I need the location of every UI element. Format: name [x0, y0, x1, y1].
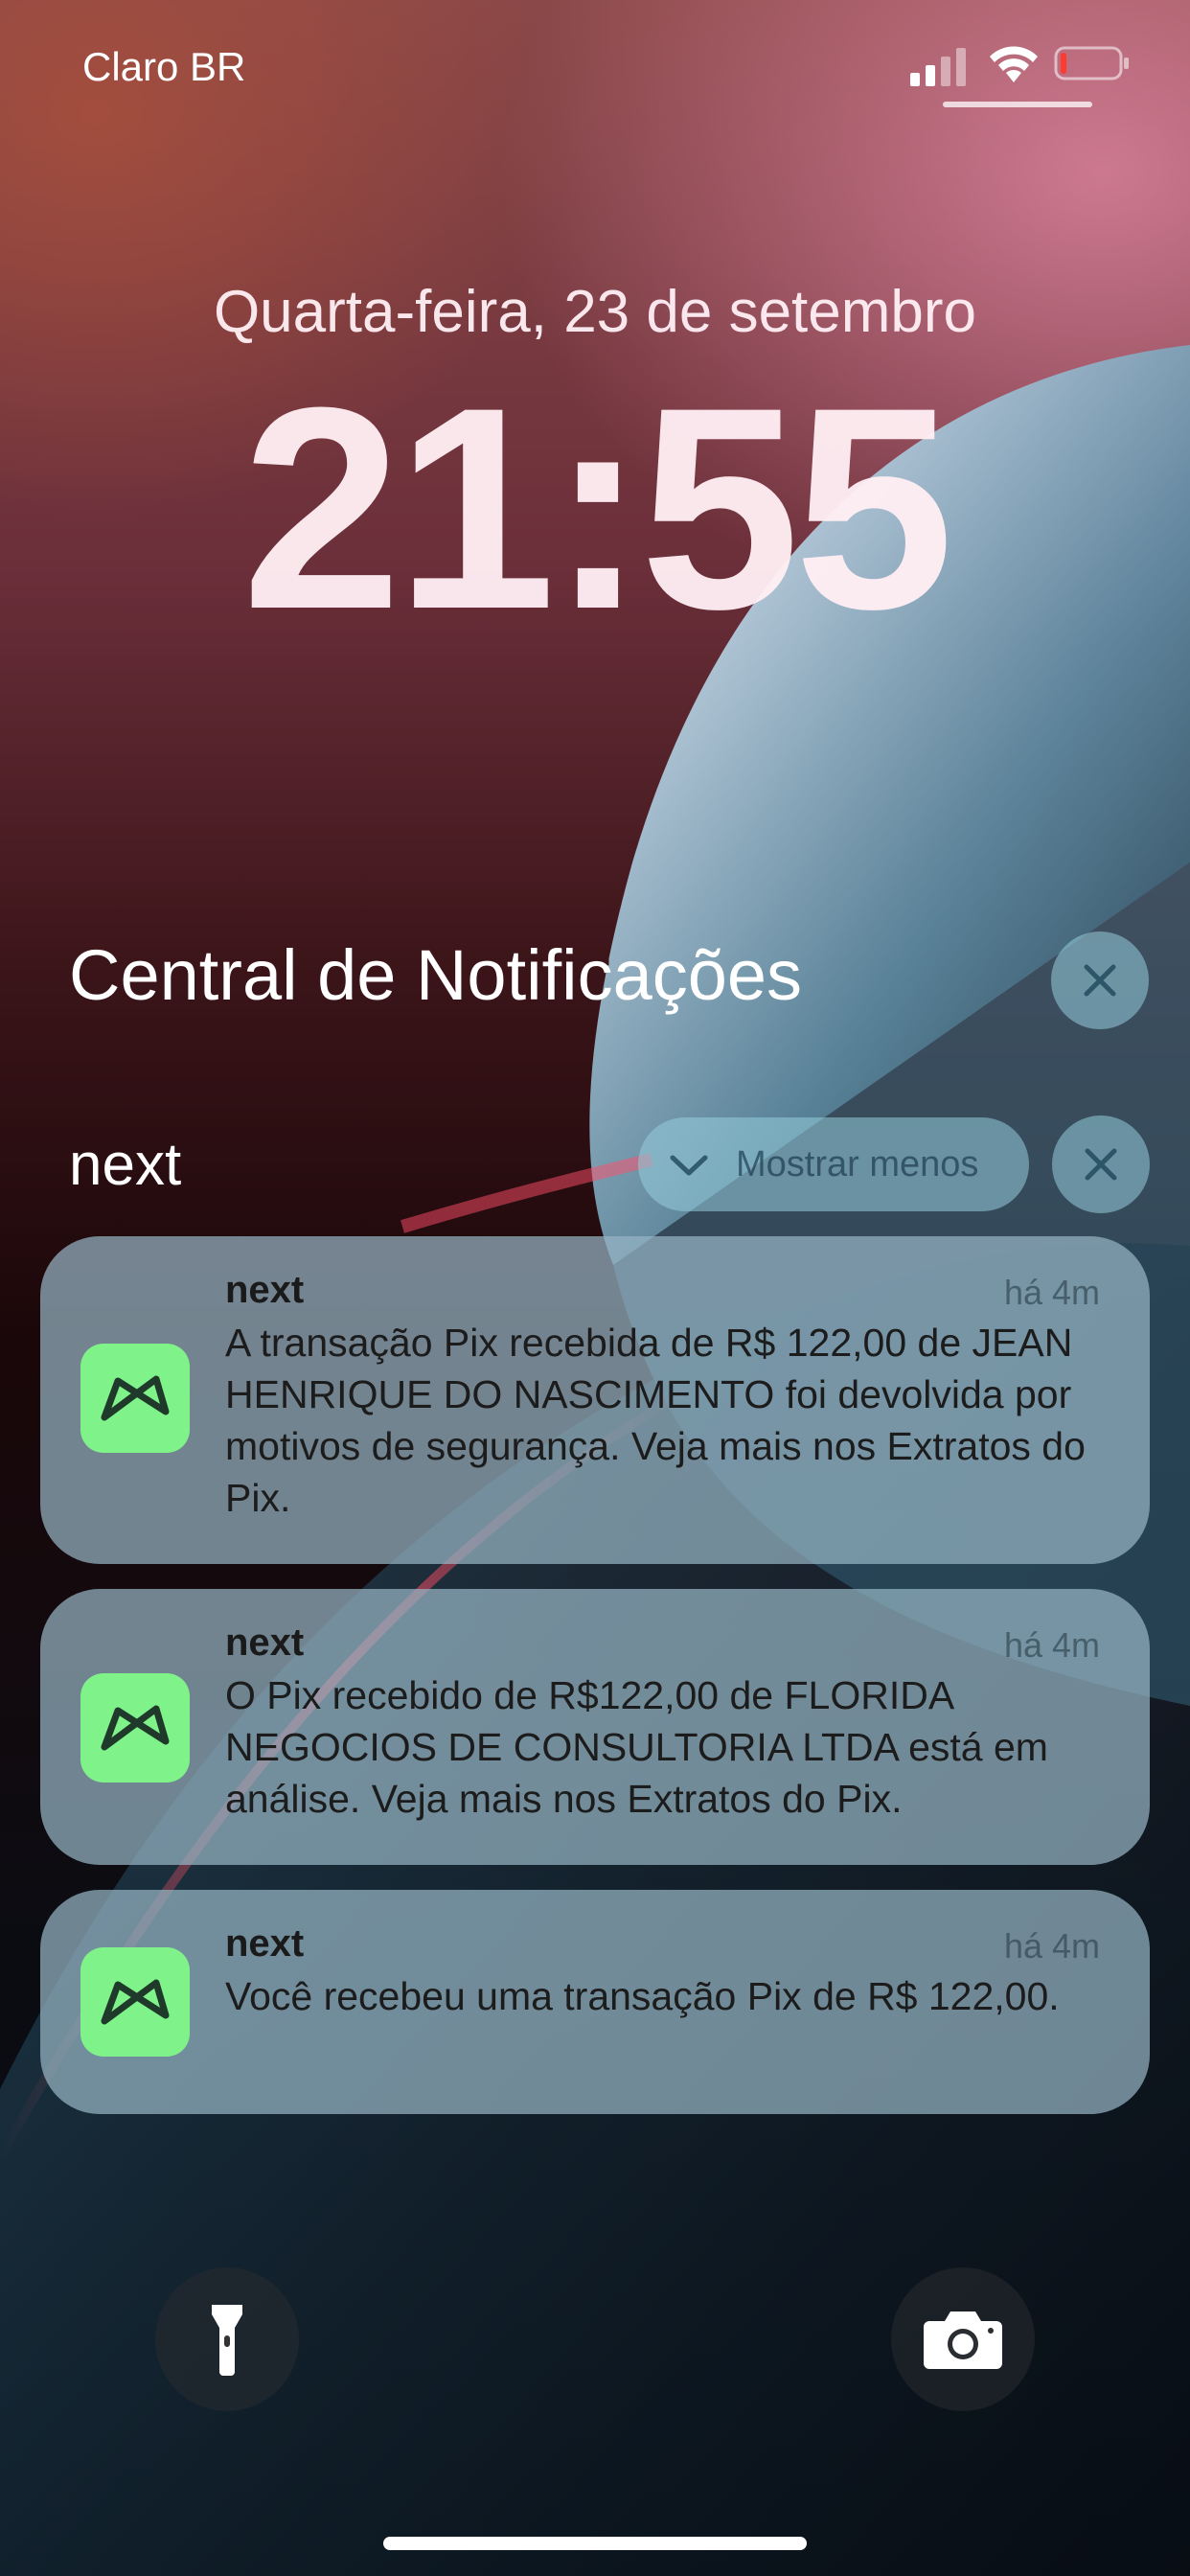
close-icon: [1085, 1148, 1117, 1181]
notification-time: há 4m: [1003, 1926, 1100, 1966]
notification-time: há 4m: [1003, 1273, 1100, 1312]
next-logo-icon: [101, 1705, 170, 1751]
status-icons: [910, 42, 1140, 90]
notification-card[interactable]: next há 4m Você recebeu uma transação Pi…: [40, 1890, 1150, 2114]
notification-center-title: Central de Notificações: [69, 935, 803, 1015]
wifi-icon: [990, 46, 1038, 82]
notification-app-name: next: [225, 1622, 305, 1664]
show-less-label: Mostrar menos: [736, 1143, 979, 1184]
notification-card[interactable]: next há 4m A transação Pix recebida de R…: [40, 1236, 1150, 1564]
carrier-name: Claro BR: [82, 44, 246, 89]
notification-card[interactable]: next há 4m O Pix recebido de R$122,00 de…: [40, 1589, 1150, 1865]
close-icon: [1084, 964, 1116, 997]
notification-message: O Pix recebido de R$122,00 de FLORIDA NE…: [225, 1673, 1048, 1821]
show-less-button[interactable]: Mostrar menos: [638, 1117, 1029, 1211]
lock-time: 21:55: [241, 347, 953, 669]
status-bar: Claro BR: [0, 0, 1190, 134]
flashlight-button[interactable]: [155, 2267, 299, 2411]
next-app-icon: [80, 1673, 190, 1782]
next-app-icon: [80, 1344, 190, 1453]
notification-time: há 4m: [1003, 1625, 1100, 1665]
notification-app-name: next: [225, 1269, 305, 1311]
next-app-icon: [80, 1947, 190, 2057]
next-logo-icon: [101, 1979, 170, 2025]
cellular-signal-icon: [910, 48, 966, 86]
chevron-down-icon: [670, 1155, 708, 1176]
clear-all-button[interactable]: [1051, 932, 1149, 1029]
battery-low-icon: [1054, 46, 1129, 80]
clear-group-button[interactable]: [1052, 1116, 1150, 1213]
notification-app-name: next: [225, 1922, 305, 1965]
lock-date: Quarta-feira, 23 de setembro: [213, 279, 977, 345]
status-indicator-line: [943, 102, 1092, 107]
notification-message: A transação Pix recebida de R$ 122,00 de…: [225, 1321, 1086, 1520]
camera-icon: [924, 2312, 1002, 2369]
camera-button[interactable]: [891, 2267, 1035, 2411]
notification-message: Você recebeu uma transação Pix de R$ 122…: [225, 1974, 1060, 2018]
next-logo-icon: [101, 1375, 170, 1421]
home-indicator[interactable]: [383, 2537, 807, 2550]
flashlight-icon: [212, 2305, 242, 2376]
notification-group-title: next: [69, 1132, 182, 1198]
